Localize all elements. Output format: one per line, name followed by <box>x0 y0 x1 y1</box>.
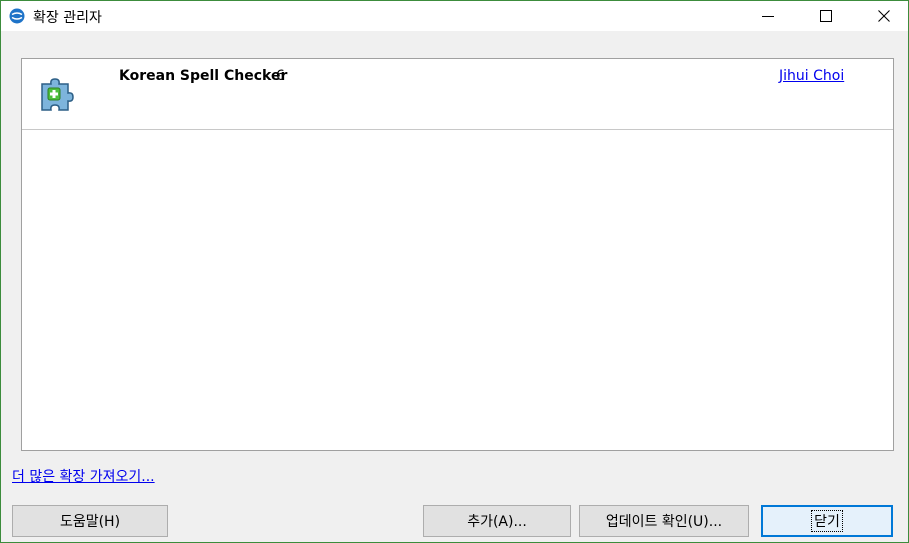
maximize-button[interactable] <box>803 1 849 31</box>
minimize-button[interactable] <box>745 1 791 31</box>
extension-version: 6 <box>276 68 285 84</box>
extension-list[interactable]: Korean Spell Checker 6 Jihui Choi <box>21 58 894 451</box>
extension-author-link[interactable]: Jihui Choi <box>779 68 844 84</box>
extension-list-item[interactable]: Korean Spell Checker 6 Jihui Choi <box>22 59 893 130</box>
close-window-button[interactable] <box>861 1 907 31</box>
help-button[interactable]: 도움말(H) <box>12 505 168 537</box>
title-bar[interactable]: 확장 관리자 <box>1 1 908 31</box>
extension-manager-window: 확장 관리자 Korean Spell Checker 6 Jihui Choi… <box>0 0 909 543</box>
puzzle-piece-icon <box>41 78 74 111</box>
app-logo-icon <box>9 8 25 24</box>
maximize-icon <box>820 10 832 22</box>
close-icon <box>878 10 890 22</box>
add-button[interactable]: 추가(A)... <box>423 505 571 537</box>
get-more-extensions-link[interactable]: 더 많은 확장 가져오기... <box>12 466 155 486</box>
minimize-icon <box>762 16 774 17</box>
close-button-label: 닫기 <box>811 510 843 532</box>
check-updates-button[interactable]: 업데이트 확인(U)... <box>579 505 749 537</box>
extension-name: Korean Spell Checker <box>119 68 288 84</box>
close-button[interactable]: 닫기 <box>761 505 893 537</box>
window-title: 확장 관리자 <box>33 10 102 26</box>
